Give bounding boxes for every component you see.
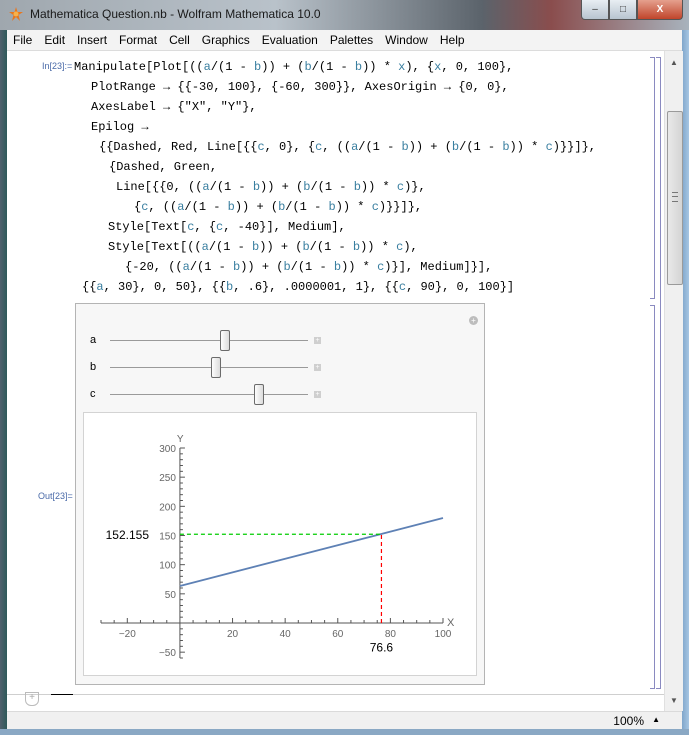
output-label: Out[23]=	[38, 491, 73, 501]
input-cell-bracket[interactable]	[650, 57, 655, 299]
maximize-button[interactable]: □	[609, 0, 637, 20]
code-line: {-20, ((a/(1 - b)) + (b/(1 - b)) * c)}],…	[125, 260, 493, 274]
vertical-scrollbar[interactable]: ▲ ▼	[664, 51, 683, 711]
minimize-icon: –	[592, 4, 598, 15]
plot-panel: −20 20 40 60 80 100 −50 50 100 150 200 250 300 X Y 76.6…	[83, 412, 477, 676]
plus-icon: +	[29, 692, 35, 703]
maximize-icon: □	[619, 4, 627, 15]
output-cell-bracket[interactable]	[650, 305, 655, 689]
status-bar: 100% ▲	[7, 711, 682, 730]
input-cell-code[interactable]: Manipulate[Plot[((a/(1 - b)) + (b/(1 - b…	[74, 57, 596, 297]
code-line: {Dashed, Green,	[109, 160, 218, 174]
x-tick-label: 40	[280, 629, 292, 640]
y-value-label: 152.155	[106, 528, 150, 542]
y-tick-label: 200	[159, 502, 176, 513]
x-tick-label: 60	[332, 629, 344, 640]
x-tick-label: 80	[385, 629, 397, 640]
menu-file[interactable]: File	[7, 33, 38, 47]
slider-c[interactable]	[110, 383, 308, 405]
menu-cell[interactable]: Cell	[163, 33, 196, 47]
y-tick-label: 250	[159, 473, 176, 484]
code-line: {c, ((a/(1 - b)) + (b/(1 - b)) * c)}}]},	[134, 200, 423, 214]
y-tick-label: 50	[165, 590, 177, 601]
slider-c-thumb[interactable]	[254, 383, 264, 405]
options-button[interactable]: +	[469, 316, 478, 325]
menu-window[interactable]: Window	[379, 33, 434, 47]
x-axis-label: X	[447, 617, 455, 629]
code-line: Line[{{0, ((a/(1 - b)) + (b/(1 - b)) * c…	[116, 180, 426, 194]
slider-b-thumb[interactable]	[211, 356, 222, 378]
zoom-level[interactable]: 100%	[613, 714, 644, 728]
menu-insert[interactable]: Insert	[71, 33, 113, 47]
plus-circle-icon: +	[471, 316, 476, 325]
plus-icon: +	[315, 363, 320, 371]
mathematica-spikey-icon	[9, 7, 23, 21]
scroll-up-arrow-icon[interactable]: ▲	[665, 54, 683, 70]
window-frame-left	[0, 30, 7, 730]
x-tick-label: 20	[227, 629, 239, 640]
minimize-button[interactable]: –	[581, 0, 609, 20]
zoom-menu-arrow-icon[interactable]: ▲	[652, 715, 660, 724]
slider-label-a: a	[90, 334, 97, 346]
c-value-label: 76.6	[370, 640, 394, 654]
slider-b[interactable]	[110, 356, 308, 378]
code-line: Style[Text[c, {c, -40}], Medium],	[108, 220, 346, 234]
menu-format[interactable]: Format	[113, 33, 163, 47]
y-axis-label: Y	[177, 434, 184, 445]
x-tick-label: 100	[435, 629, 452, 640]
slider-row-c: c +	[90, 383, 321, 405]
slider-b-expand-button[interactable]: +	[314, 363, 321, 371]
y-tick-label: 300	[159, 444, 176, 455]
menu-palettes[interactable]: Palettes	[324, 33, 379, 47]
x-tick-label: −20	[119, 629, 136, 640]
y-tick-label: 100	[159, 561, 176, 572]
slider-row-a: a +	[90, 329, 321, 351]
y-tick-label: −50	[159, 648, 176, 659]
group-cell-bracket[interactable]	[656, 57, 661, 689]
title-bar: Mathematica Question.nb - Wolfram Mathem…	[0, 0, 689, 30]
scrollbar-thumb[interactable]	[667, 111, 683, 285]
cursor-insertion-bar	[51, 694, 73, 695]
code-line: {{a, 30}, 0, 50}, {{b, .6}, .0000001, 1}…	[82, 280, 515, 294]
code-line: PlotRange → {{-30, 100}, {-60, 300}}, Ax…	[91, 80, 509, 94]
scroll-down-arrow-icon[interactable]: ▼	[665, 692, 683, 708]
slider-row-b: b +	[90, 356, 321, 378]
code-line: {{Dashed, Red, Line[{{c, 0}, {c, ((a/(1 …	[99, 140, 596, 154]
menu-graphics[interactable]: Graphics	[196, 33, 256, 47]
y-tick-label: 150	[159, 532, 176, 543]
slider-label-b: b	[90, 361, 97, 373]
notebook-content: In[23]:= Manipulate[Plot[((a/(1 - b)) + …	[7, 51, 664, 711]
slider-a-expand-button[interactable]: +	[314, 336, 321, 344]
slider-label-c: c	[90, 388, 96, 400]
slider-c-expand-button[interactable]: +	[314, 390, 321, 398]
code-line: Manipulate[Plot[((a/(1 - b)) + (b/(1 - b…	[74, 60, 514, 74]
menu-edit[interactable]: Edit	[38, 33, 71, 47]
code-line: AxesLabel → {"X", "Y"},	[91, 100, 257, 114]
manipulate-panel: + a + b + c + −20 20 40 60 80 100 −50 50 100 150 2…	[75, 303, 485, 685]
plus-icon: +	[315, 390, 320, 398]
menu-bar: File Edit Insert Format Cell Graphics Ev…	[7, 30, 682, 51]
input-label: In[23]:=	[42, 61, 73, 71]
code-line: Epilog →	[91, 120, 149, 134]
new-cell-button[interactable]: +	[25, 692, 39, 706]
close-icon: X	[656, 4, 664, 15]
window-title: Mathematica Question.nb - Wolfram Mathem…	[30, 7, 321, 21]
plus-icon: +	[315, 336, 320, 344]
window-frame-right	[682, 30, 689, 730]
close-button[interactable]: X	[637, 0, 683, 20]
code-line: Style[Text[((a/(1 - b)) + (b/(1 - b)) * …	[108, 240, 418, 254]
slider-a[interactable]	[110, 329, 308, 351]
plot[interactable]: −20 20 40 60 80 100 −50 50 100 150 200 250 300 X Y 76.6…	[84, 413, 476, 675]
menu-evaluation[interactable]: Evaluation	[256, 33, 324, 47]
grip-icon	[672, 192, 678, 202]
menu-help[interactable]: Help	[434, 33, 471, 47]
series-line	[179, 517, 444, 587]
window-frame-bottom	[0, 729, 689, 735]
cell-insertion-line	[7, 694, 664, 695]
slider-a-thumb[interactable]	[220, 329, 231, 351]
